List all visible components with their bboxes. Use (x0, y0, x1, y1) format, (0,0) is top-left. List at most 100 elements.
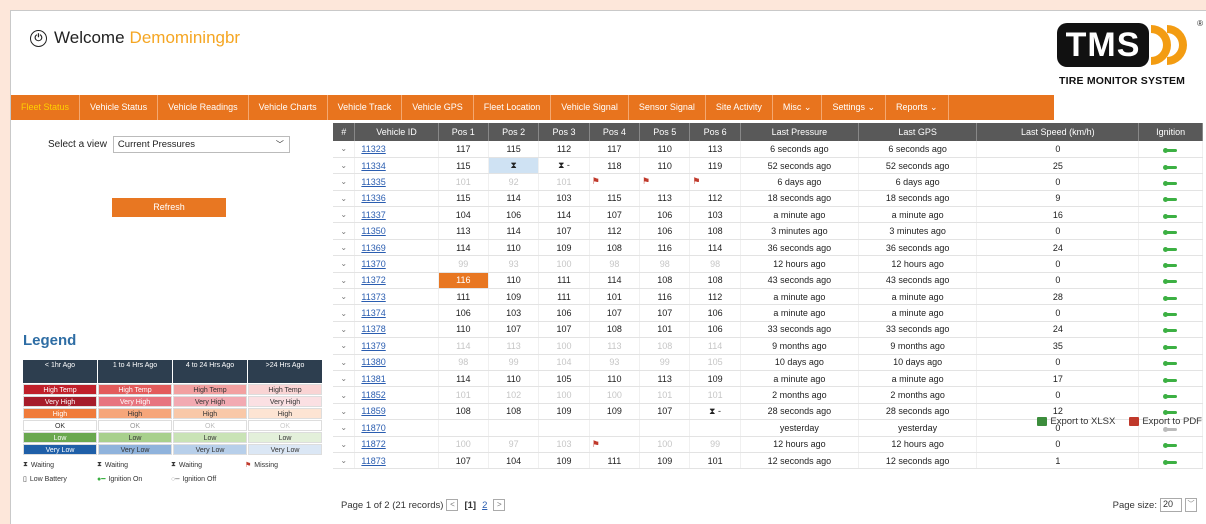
view-select[interactable]: Current Pressures ﹀ (112, 136, 290, 153)
vehicle-id-link[interactable]: 11336 (354, 190, 439, 208)
tire-pressure-cell[interactable]: 108 (639, 337, 691, 355)
tire-pressure-cell[interactable]: 115 (438, 157, 489, 175)
vehicle-id-link[interactable]: 11873 (354, 452, 439, 470)
tire-pressure-cell[interactable]: 109 (639, 452, 691, 470)
tire-pressure-cell[interactable]: 108 (589, 239, 641, 257)
tire-pressure-cell[interactable]: 108 (438, 403, 489, 421)
tire-pressure-cell[interactable]: 110 (438, 321, 489, 339)
tire-pressure-cell[interactable]: 92 (488, 173, 540, 191)
tire-pressure-cell[interactable]: 101 (639, 386, 691, 404)
expand-row-icon[interactable]: ⌄ (333, 436, 356, 453)
expand-row-icon[interactable]: ⌄ (333, 239, 356, 257)
tire-pressure-cell[interactable]: 106 (639, 206, 691, 224)
tire-pressure-cell[interactable]: 110 (488, 239, 540, 257)
tire-pressure-cell[interactable]: 106 (639, 222, 691, 240)
nav-item-vehicle-gps[interactable]: Vehicle GPS (402, 95, 474, 120)
tire-pressure-cell[interactable]: 108 (639, 272, 691, 290)
tire-pressure-cell[interactable]: 100 (438, 436, 489, 453)
vehicle-id-link[interactable]: 11872 (354, 436, 439, 453)
tire-pressure-cell[interactable]: 106 (689, 321, 741, 339)
nav-item-fleet-location[interactable]: Fleet Location (474, 95, 552, 120)
tire-pressure-cell[interactable]: 106 (438, 304, 489, 322)
tire-pressure-cell[interactable]: 113 (438, 222, 489, 240)
tire-pressure-cell[interactable]: 115 (438, 190, 489, 208)
tire-pressure-cell[interactable] (689, 419, 741, 437)
tire-pressure-cell[interactable]: 111 (538, 272, 590, 290)
tire-pressure-cell[interactable]: 104 (488, 452, 540, 470)
tire-pressure-cell[interactable]: 101 (538, 173, 590, 191)
tire-pressure-cell[interactable] (488, 419, 540, 437)
tire-pressure-cell[interactable]: 112 (689, 190, 741, 208)
tire-pressure-cell[interactable]: 117 (438, 141, 489, 158)
tire-pressure-cell[interactable]: 110 (488, 370, 540, 388)
tire-pressure-cell[interactable]: 115 (488, 141, 540, 158)
tire-pressure-cell[interactable]: 114 (488, 222, 540, 240)
tire-pressure-cell[interactable]: 102 (488, 386, 540, 404)
nav-item-reports[interactable]: Reports ⌄ (886, 95, 949, 120)
tire-pressure-cell[interactable]: 107 (488, 321, 540, 339)
tire-pressure-cell[interactable]: 108 (689, 222, 741, 240)
vehicle-id-link[interactable]: 11378 (354, 321, 439, 339)
tire-pressure-cell[interactable]: 114 (538, 206, 590, 224)
vehicle-id-link[interactable]: 11337 (354, 206, 439, 224)
tire-pressure-cell[interactable]: 111 (438, 288, 489, 306)
tire-pressure-cell[interactable]: 100 (538, 386, 590, 404)
page-size-input[interactable]: 20 (1160, 498, 1182, 512)
tire-pressure-cell[interactable]: 107 (589, 206, 641, 224)
expand-row-icon[interactable]: ⌄ (333, 337, 356, 355)
tire-pressure-cell[interactable]: 119 (689, 157, 741, 175)
tire-pressure-cell[interactable]: 118 (589, 157, 641, 175)
tire-pressure-cell[interactable]: 109 (689, 370, 741, 388)
tire-pressure-cell[interactable]: 112 (689, 288, 741, 306)
nav-item-vehicle-track[interactable]: Vehicle Track (328, 95, 403, 120)
tire-pressure-cell[interactable]: 109 (488, 288, 540, 306)
tire-pressure-cell[interactable]: 106 (488, 206, 540, 224)
tire-pressure-cell[interactable]: 107 (538, 222, 590, 240)
tire-pressure-cell[interactable]: 114 (488, 190, 540, 208)
tire-pressure-cell[interactable]: 117 (589, 141, 641, 158)
tire-pressure-cell[interactable]: 116 (639, 288, 691, 306)
nav-item-vehicle-charts[interactable]: Vehicle Charts (249, 95, 328, 120)
tire-pressure-cell[interactable]: 105 (538, 370, 590, 388)
expand-row-icon[interactable]: ⌄ (333, 419, 356, 437)
tire-pressure-cell[interactable]: 99 (438, 255, 489, 273)
tire-pressure-cell[interactable]: 101 (438, 386, 489, 404)
tire-pressure-cell[interactable]: ⚑ (689, 173, 741, 191)
nav-item-site-activity[interactable]: Site Activity (706, 95, 773, 120)
tire-pressure-cell[interactable]: 97 (488, 436, 540, 453)
tire-pressure-cell[interactable]: 108 (589, 321, 641, 339)
tire-pressure-cell[interactable]: 101 (438, 173, 489, 191)
tire-pressure-cell[interactable]: 112 (589, 222, 641, 240)
vehicle-id-link[interactable]: 11852 (354, 386, 439, 404)
tire-pressure-cell[interactable]: 114 (689, 239, 741, 257)
tire-pressure-cell[interactable]: 106 (689, 304, 741, 322)
tire-pressure-cell[interactable]: 101 (689, 452, 741, 470)
expand-row-icon[interactable]: ⌄ (333, 370, 356, 388)
tire-pressure-cell[interactable]: 114 (689, 337, 741, 355)
tire-pressure-cell[interactable]: 93 (589, 354, 641, 371)
expand-row-icon[interactable]: ⌄ (333, 321, 356, 339)
tire-pressure-cell[interactable]: 109 (538, 452, 590, 470)
vehicle-id-link[interactable]: 11335 (354, 173, 439, 191)
tire-pressure-cell[interactable]: 107 (639, 403, 691, 421)
tire-pressure-cell[interactable]: 113 (488, 337, 540, 355)
tire-pressure-cell[interactable]: ⚑ (589, 436, 641, 453)
tire-pressure-cell[interactable]: 99 (689, 436, 741, 453)
refresh-button[interactable]: Refresh (112, 198, 226, 217)
tire-pressure-cell[interactable]: 99 (488, 354, 540, 371)
tire-pressure-cell[interactable]: 109 (538, 403, 590, 421)
tire-pressure-cell[interactable]: 113 (639, 370, 691, 388)
tire-pressure-cell[interactable]: 114 (589, 272, 641, 290)
expand-row-icon[interactable]: ⌄ (333, 141, 356, 158)
tire-pressure-cell[interactable]: 116 (438, 272, 489, 290)
expand-row-icon[interactable]: ⌄ (333, 386, 356, 404)
tire-pressure-cell[interactable]: 101 (639, 321, 691, 339)
expand-row-icon[interactable]: ⌄ (333, 157, 356, 175)
tire-pressure-cell[interactable]: ⧗ (488, 157, 540, 175)
expand-row-icon[interactable]: ⌄ (333, 403, 356, 421)
nav-item-vehicle-signal[interactable]: Vehicle Signal (551, 95, 629, 120)
tire-pressure-cell[interactable]: 104 (438, 206, 489, 224)
tire-pressure-cell[interactable]: 107 (438, 452, 489, 470)
tire-pressure-cell[interactable] (639, 419, 691, 437)
expand-row-icon[interactable]: ⌄ (333, 354, 356, 371)
